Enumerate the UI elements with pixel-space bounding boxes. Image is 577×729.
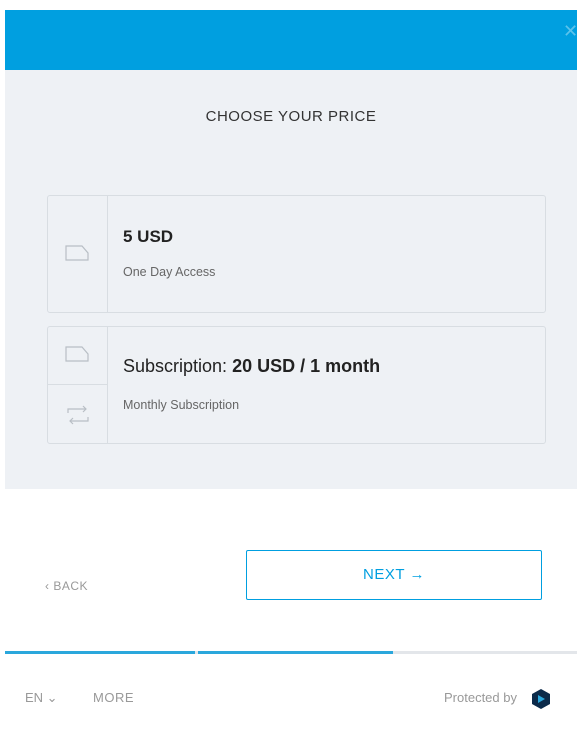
progress-segment-1: [5, 651, 195, 654]
repeat-icon: [67, 405, 89, 425]
next-button[interactable]: NEXT →: [246, 550, 542, 600]
more-link[interactable]: MORE: [93, 690, 134, 705]
progress-segment-2: [198, 651, 393, 654]
option-icon-column: [48, 196, 108, 312]
option-price: 5 USD: [123, 227, 174, 246]
footer: EN ⌄ MORE Protected by: [5, 686, 577, 710]
protected-by-label: Protected by: [444, 690, 517, 705]
option-description: One Day Access: [123, 265, 216, 279]
close-icon[interactable]: ✕: [563, 20, 577, 42]
option-description: Monthly Subscription: [123, 398, 240, 412]
logo-icon: [532, 689, 550, 709]
payment-modal: ✕ CHOOSE YOUR PRICE 5 USD One Day Access: [5, 10, 577, 729]
page-title: CHOOSE YOUR PRICE: [205, 108, 377, 125]
step-progress-bar: [5, 651, 577, 654]
price-option-one-day[interactable]: 5 USD One Day Access: [47, 195, 546, 313]
option-icon-column: [48, 327, 108, 443]
icon-divider: [48, 384, 107, 385]
option-price: Subscription: 20 USD / 1 month: [123, 356, 380, 377]
language-selector[interactable]: EN ⌄: [25, 690, 58, 706]
price-tag-icon: [65, 245, 89, 261]
header-bar: ✕: [5, 10, 577, 70]
price-prefix: Subscription:: [123, 356, 233, 376]
price-option-subscription[interactable]: Subscription: 20 USD / 1 month Monthly S…: [47, 326, 546, 444]
price-panel: CHOOSE YOUR PRICE 5 USD One Day Access S…: [5, 70, 577, 489]
price-tag-icon: [65, 346, 89, 362]
price-amount: 20 USD / 1 month: [232, 356, 381, 376]
back-button[interactable]: ‹ BACK: [45, 579, 88, 593]
